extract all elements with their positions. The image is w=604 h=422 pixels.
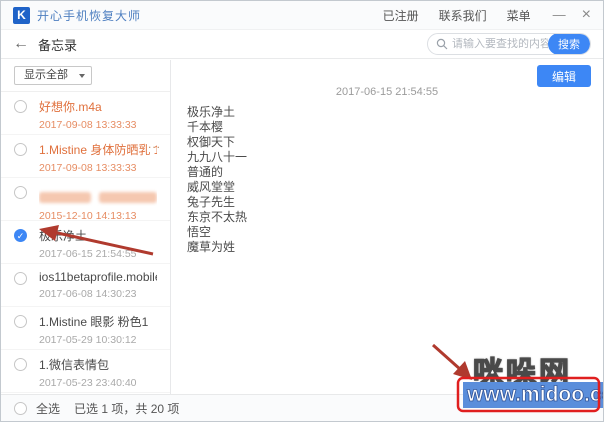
checkbox-unchecked-icon[interactable] bbox=[14, 272, 27, 285]
list-item[interactable]: ios11betaprofile.mobileconfig 2017-06-08 … bbox=[1, 264, 170, 307]
registered-status[interactable]: 已注册 bbox=[383, 7, 419, 24]
checkbox-unchecked-icon[interactable] bbox=[14, 315, 27, 328]
back-button[interactable]: ← bbox=[13, 36, 29, 52]
notes-list-panel: 显示全部 好想你.m4a 2017-09-08 13:33:33 1.Mistine… bbox=[1, 60, 171, 394]
toolbar: ← 备忘录 搜索 bbox=[1, 30, 603, 59]
checkbox-checked-icon[interactable]: ✓ bbox=[14, 229, 27, 242]
edit-button[interactable]: 编辑 bbox=[537, 65, 591, 87]
note-line: 极乐净土 bbox=[187, 105, 236, 119]
filter-dropdown-label: 显示全部 bbox=[24, 69, 68, 81]
list-item-date: 2017-09-08 13:33:33 bbox=[39, 119, 137, 131]
checkbox-unchecked-icon[interactable] bbox=[14, 358, 27, 371]
list-item[interactable]: 1.Mistine 身体防晒乳 1... 2017-09-08 13:33:33 bbox=[1, 135, 170, 178]
list-item-date: 2017-05-29 10:30:12 bbox=[39, 334, 137, 346]
note-line: 权御天下 bbox=[187, 135, 236, 149]
note-line: 悟空 bbox=[187, 225, 212, 239]
note-line: 九九八十一 bbox=[187, 150, 248, 164]
select-all-checkbox[interactable] bbox=[14, 401, 27, 415]
filter-row: 显示全部 bbox=[1, 60, 170, 92]
minimize-button[interactable]: — bbox=[553, 8, 566, 21]
list-item-date: 2017-06-08 14:30:23 bbox=[39, 288, 137, 300]
list-item-title: 1.Mistine 身体防晒乳 1 bbox=[39, 143, 157, 157]
notes-list: 好想你.m4a 2017-09-08 13:33:33 1.Mistine 身体防晒… bbox=[1, 92, 170, 394]
page-title: 备忘录 bbox=[38, 37, 78, 53]
selection-summary: 已选 1 项，共 20 项 bbox=[74, 401, 180, 416]
search-button[interactable]: 搜索 bbox=[548, 34, 590, 54]
checkbox-unchecked-icon[interactable] bbox=[14, 186, 27, 199]
list-item-title: 好想你.m4a bbox=[39, 100, 102, 114]
main-body: 显示全部 好想你.m4a 2017-09-08 13:33:33 1.Mistine… bbox=[1, 60, 603, 394]
list-item[interactable]: 好想你.m4a 2017-09-08 13:33:33 bbox=[1, 92, 170, 135]
search-bar: 搜索 bbox=[427, 33, 591, 55]
app-title: 开心手机恢复大师 bbox=[37, 8, 142, 23]
list-item[interactable]: ✓ 极乐净土 2017-06-15 21:54:55 bbox=[1, 221, 170, 264]
menu-button[interactable]: 菜单 bbox=[507, 7, 531, 24]
app-window: K 开心手机恢复大师 已注册 联系我们 菜单 — × ← 备忘录 搜索 显示全部 bbox=[0, 0, 604, 422]
contact-us-link[interactable]: 联系我们 bbox=[439, 7, 487, 24]
ellipsis-indicator: ... bbox=[147, 137, 161, 151]
list-item-title: 1.Mistine 眼影 粉色1 bbox=[39, 315, 149, 329]
search-input[interactable] bbox=[452, 38, 548, 50]
note-line: 千本樱 bbox=[187, 120, 224, 134]
note-content: 极乐净土 千本樱 权御天下 九九八十一 普通的 威风堂堂 兔子先生 东京不太热 悟空 魔草为姓 bbox=[187, 105, 603, 255]
list-item-date: 2017-06-15 21:54:55 bbox=[39, 248, 137, 260]
checkbox-unchecked-icon[interactable] bbox=[14, 100, 27, 113]
list-item-title-redacted bbox=[39, 178, 157, 206]
list-item-title: 1.微信表情包 bbox=[39, 358, 110, 372]
filter-dropdown[interactable]: 显示全部 bbox=[14, 66, 92, 85]
search-icon bbox=[436, 38, 448, 50]
app-logo-icon: K bbox=[13, 6, 30, 24]
note-line: 东京不太热 bbox=[187, 210, 248, 224]
title-bar-actions: 已注册 联系我们 菜单 — × bbox=[363, 7, 591, 24]
note-line: 兔子先生 bbox=[187, 195, 236, 209]
list-item-title: ios11betaprofile.mobileconfig bbox=[39, 270, 157, 284]
chevron-down-icon bbox=[79, 74, 85, 78]
list-item-date: 2015-12-10 14:13:13 bbox=[39, 210, 137, 222]
note-detail-panel: 编辑 2017-06-15 21:54:55 极乐净土 千本樱 权御天下 九九八十一普… bbox=[171, 60, 603, 394]
checkbox-unchecked-icon[interactable] bbox=[14, 143, 27, 156]
list-item[interactable]: 2015-12-10 14:13:13 bbox=[1, 178, 170, 222]
note-date: 2017-06-15 21:54:55 bbox=[335, 86, 439, 98]
note-line: 普通的 bbox=[187, 165, 224, 179]
select-all-label: 全选 bbox=[36, 401, 61, 416]
note-line: 魔草为姓 bbox=[187, 240, 236, 254]
close-button[interactable]: × bbox=[582, 7, 591, 23]
list-item[interactable]: 1.微信表情包 2017-05-23 23:40:40 bbox=[1, 350, 170, 393]
redaction-blur bbox=[99, 192, 157, 203]
watermark-site-url: www.midoo.cc bbox=[463, 382, 603, 408]
list-item[interactable]: 1.Mistine 眼影 粉色1 2017-05-29 10:30:12 bbox=[1, 307, 170, 350]
note-line: 威风堂堂 bbox=[187, 180, 236, 194]
title-bar: K 开心手机恢复大师 已注册 联系我们 菜单 — × bbox=[1, 1, 603, 30]
list-item-date: 2017-05-23 23:40:40 bbox=[39, 377, 137, 389]
list-item-title: 极乐净土 bbox=[39, 229, 88, 243]
redaction-blur bbox=[39, 192, 91, 203]
list-item-date: 2017-09-08 13:33:33 bbox=[39, 162, 137, 174]
